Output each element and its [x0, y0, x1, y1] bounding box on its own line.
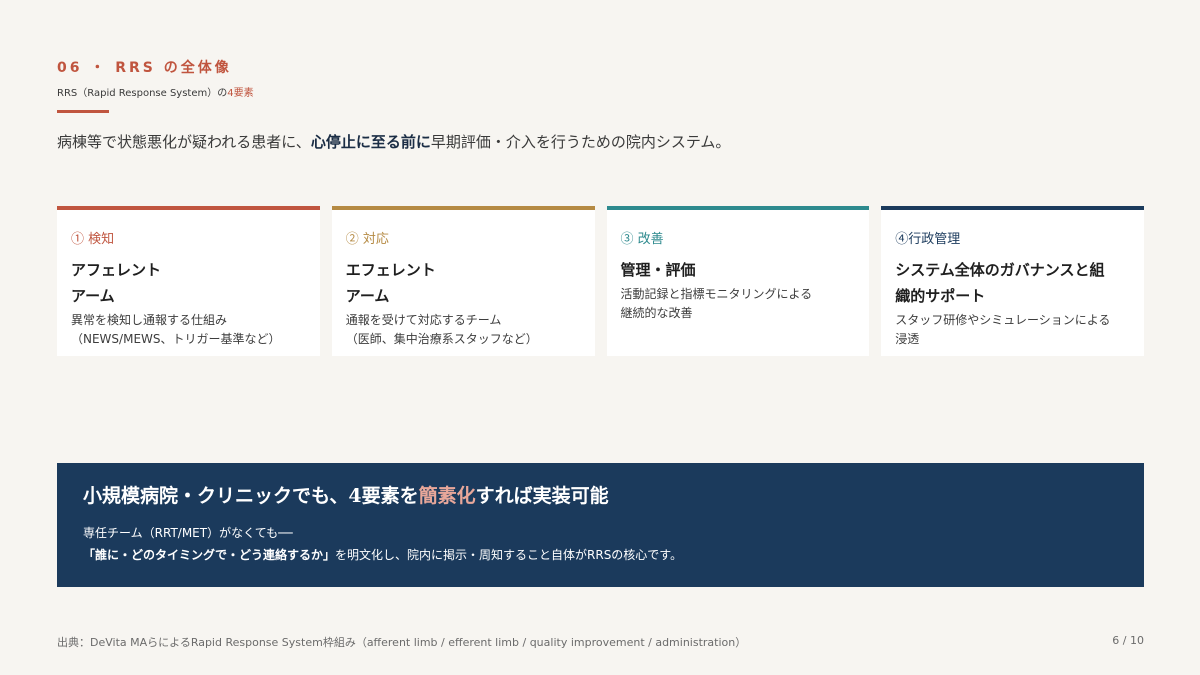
card-desc-line: 異常を検知し通報する仕組み: [71, 313, 228, 327]
card-desc-line: （医師、集中治療系スタッフなど）: [345, 332, 538, 346]
card-desc-line: 浸透: [895, 332, 920, 346]
card-description: 通報を受けて対応するチーム （医師、集中治療系スタッフなど）: [346, 311, 581, 349]
card-title-line: 織的サポート: [895, 287, 986, 305]
source-citation: 出典：DeVita MAらによるRapid Response System枠組み…: [57, 636, 747, 649]
lead-before: 病棟等で状態悪化が疑われる患者に、: [57, 133, 311, 151]
card-title-line: システム全体のガバナンスと組: [895, 261, 1105, 279]
card-number: ① 検知: [71, 232, 115, 247]
lead-after: 早期評価・介入を行うための院内システム。: [430, 133, 731, 151]
card-title: エフェレント アーム: [346, 257, 581, 309]
banner-line-2: 「誰に・どのタイミングで・どう連絡するか」を明文化し、院内に掲示・周知すること自…: [83, 544, 1118, 566]
banner-line-1: 専任チーム（RRT/MET）がなくても──: [83, 526, 293, 540]
card-response: ② 対応 エフェレント アーム 通報を受けて対応するチーム （医師、集中治療系ス…: [331, 206, 595, 356]
card-improvement: ③ 改善 管理・評価 活動記録と指標モニタリングによる 継続的な改善: [606, 206, 870, 356]
card-description: 異常を検知し通報する仕組み （NEWS/MEWS、トリガー基準など）: [71, 311, 306, 349]
card-description: スタッフ研修やシミュレーションによる 浸透: [895, 311, 1130, 349]
card-title-line: 管理・評価: [620, 261, 696, 279]
card-title-line: エフェレント: [345, 261, 436, 279]
banner-heading-after: すれば実装可能: [475, 485, 609, 507]
card-number: ③ 改善: [620, 232, 664, 247]
lead-emphasis: 心停止に至る前に: [310, 133, 431, 151]
element-cards: ① 検知 アフェレント アーム 異常を検知し通報する仕組み （NEWS/MEWS…: [57, 206, 1144, 356]
card-title: システム全体のガバナンスと組 織的サポート: [895, 257, 1130, 309]
card-desc-line: （NEWS/MEWS、トリガー基準など）: [71, 332, 281, 346]
banner-line-2-emphasis: 「誰に・どのタイミングで・どう連絡するか」: [83, 548, 336, 562]
card-title: アフェレント アーム: [71, 257, 306, 309]
card-title-line: アーム: [71, 287, 115, 305]
banner-heading-highlight: 簡素化: [418, 485, 476, 507]
page-number: 6 / 10: [1112, 634, 1144, 647]
card-detection: ① 検知 アフェレント アーム 異常を検知し通報する仕組み （NEWS/MEWS…: [57, 206, 320, 356]
banner-heading: 小規模病院・クリニックでも、4要素を簡素化すれば実装可能: [83, 481, 1118, 508]
title-underline: [57, 110, 109, 113]
card-desc-line: 通報を受けて対応するチーム: [345, 313, 502, 327]
card-title-line: アーム: [345, 287, 390, 305]
card-desc-line: 活動記録と指標モニタリングによる: [620, 287, 813, 301]
card-number: ④行政管理: [895, 232, 961, 247]
subtitle-accent: 4要素: [227, 88, 254, 99]
lead-text: 病棟等で状態悪化が疑われる患者に、心停止に至る前に早期評価・介入を行うための院内…: [57, 131, 730, 152]
subtitle: RRS（Rapid Response System）の4要素: [57, 84, 254, 99]
card-desc-line: 継続的な改善: [620, 306, 693, 320]
card-administration: ④行政管理 システム全体のガバナンスと組 織的サポート スタッフ研修やシミュレー…: [881, 206, 1144, 356]
banner-line-2-after: を明文化し、院内に掲示・周知すること自体がRRSの核心です。: [335, 548, 683, 562]
subtitle-text: RRS（Rapid Response System）の: [57, 88, 228, 99]
summary-banner: 小規模病院・クリニックでも、4要素を簡素化すれば実装可能 専任チーム（RRT/M…: [57, 463, 1144, 587]
section-label: 06 ・ RRS の全体像: [57, 60, 232, 76]
card-number: ② 対応: [345, 232, 389, 247]
card-title: 管理・評価: [621, 257, 856, 283]
banner-heading-before: 小規模病院・クリニックでも、4要素を: [83, 485, 419, 507]
card-title-line: アフェレント: [71, 261, 162, 279]
card-description: 活動記録と指標モニタリングによる 継続的な改善: [621, 285, 856, 323]
card-desc-line: スタッフ研修やシミュレーションによる: [895, 313, 1111, 327]
